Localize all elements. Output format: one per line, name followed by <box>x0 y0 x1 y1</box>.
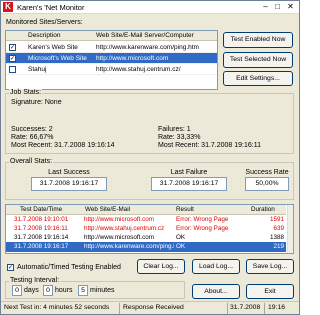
failure-most-recent: Most Recent: 31.7.2008 19:16:11 <box>158 142 261 149</box>
site-target: http://www.stahuj.centrum.cz/ <box>96 65 181 73</box>
interval-hours-input[interactable]: 0 <box>43 285 53 296</box>
auto-testing-label: Automatic/Timed Testing Enabled <box>17 264 121 271</box>
column-header-time[interactable]: Test Date/Time <box>20 206 62 213</box>
app-icon: K <box>3 2 13 12</box>
maximize-icon[interactable]: □ <box>272 2 283 12</box>
log-site: http://www.microsoft.com <box>84 234 154 241</box>
success-rate-label: Success Rate <box>245 169 289 176</box>
results-log-list[interactable]: Test Date/Time Web Site/E-Mail Result Du… <box>5 204 294 254</box>
log-time: 31.7.2008 19:10:01 <box>14 216 69 223</box>
auto-testing-checkbox[interactable]: ✓ <box>7 264 14 271</box>
site-description: Stahuj <box>28 65 47 73</box>
last-success-label: Last Success <box>48 169 90 176</box>
next-test-status: Next Test in: 4 minutes 52 seconds <box>4 304 110 311</box>
success-rate-field: 50,00% <box>245 177 289 191</box>
overall-stats-label: Overall Stats: <box>9 158 54 165</box>
column-header-target[interactable]: Web Site/E-Mail Server/Computer <box>96 32 194 39</box>
interval-hours-label: hours <box>55 287 73 294</box>
testing-interval-label: Testing Interval: <box>9 277 61 284</box>
about-button[interactable]: About... <box>192 284 240 299</box>
site-enabled-checkbox[interactable]: ✓ <box>9 44 16 51</box>
site-enabled-checkbox[interactable]: ✓ <box>9 55 16 62</box>
test-selected-button[interactable]: Test Selected Now <box>223 52 293 68</box>
status-time: 19:16 <box>268 304 286 311</box>
exit-button[interactable]: Exit <box>246 284 294 299</box>
monitored-sites-label: Monitored Sites/Servers: <box>6 19 83 26</box>
app-window: K Karen's 'Net Monitor – □ ✕ Monitored S… <box>0 0 300 315</box>
log-site: http://www.karenware.com/ping.htm <box>84 243 174 250</box>
site-description: Karen's Web Site <box>28 43 78 51</box>
last-failure-label: Last Failure <box>170 169 208 176</box>
success-most-recent: Most Recent: 31.7.2008 19:16:14 <box>11 142 115 149</box>
window-title: Karen's 'Net Monitor <box>17 3 85 12</box>
status-date: 31.7.2008 <box>230 304 261 311</box>
site-enabled-checkbox[interactable] <box>9 66 16 73</box>
log-site: http://www.stahuj.centrum.cz <box>84 225 165 232</box>
site-row[interactable]: Stahuj http://www.stahuj.centrum.cz/ <box>6 64 217 75</box>
log-result: OK <box>176 243 186 250</box>
job-stats-label: Job Stats: <box>9 89 43 96</box>
site-target: http://www.microsoft.com <box>96 54 169 62</box>
log-row-selected[interactable]: 31.7.2008 19:16:17 http://www.karenware.… <box>6 242 286 252</box>
failure-rate: Rate: 33,33% <box>158 134 201 141</box>
column-header-site[interactable]: Web Site/E-Mail <box>85 206 130 213</box>
log-header: Test Date/Time Web Site/E-Mail Result Du… <box>6 205 286 215</box>
status-separator <box>264 303 265 314</box>
minimize-icon[interactable]: – <box>260 2 271 12</box>
close-icon[interactable]: ✕ <box>285 2 296 12</box>
save-log-button[interactable]: Save Log... <box>246 259 294 274</box>
signature-text: Signature: None <box>11 99 62 106</box>
log-time: 31.7.2008 19:16:14 <box>14 234 69 241</box>
title-bar[interactable]: K Karen's 'Net Monitor – □ ✕ <box>1 1 299 14</box>
success-rate: Rate: 66,67% <box>11 134 54 141</box>
log-duration: 1591 <box>269 216 284 223</box>
status-separator <box>227 303 228 314</box>
response-status: Response Received <box>123 304 184 311</box>
interval-minutes-label: minutes <box>90 287 115 294</box>
log-duration: 639 <box>273 225 284 232</box>
log-result: Error: Wrong Page <box>176 216 229 223</box>
clear-log-button[interactable]: Clear Log... <box>137 259 185 274</box>
last-failure-field: 31.7.2008 19:16:17 <box>151 177 227 191</box>
interval-days-input[interactable]: 0 <box>12 285 22 296</box>
log-time: 31.7.2008 19:16:17 <box>14 243 69 250</box>
last-success-field: 31.7.2008 19:16:17 <box>31 177 107 191</box>
failures-count: Failures: 1 <box>158 126 191 133</box>
edit-settings-button[interactable]: Edit Settings... <box>223 71 293 86</box>
log-site: http://www.microsoft.com <box>84 216 154 223</box>
column-header-duration[interactable]: Duration <box>251 206 275 213</box>
column-header-result[interactable]: Result <box>176 206 194 213</box>
interval-days-label: days <box>24 287 39 294</box>
site-description: Microsoft's Web Site <box>28 54 87 62</box>
successes-count: Successes: 2 <box>11 126 53 133</box>
log-result: Error: Wrong Page <box>176 225 229 232</box>
sites-list-header: Description Web Site/E-Mail Server/Compu… <box>6 31 217 41</box>
load-log-button[interactable]: Load Log... <box>192 259 240 274</box>
interval-minutes-input[interactable]: 5 <box>78 285 88 296</box>
log-time: 31.7.2008 19:16:11 <box>14 225 68 232</box>
site-target: http://www.karenware.com/ping.htm <box>96 43 199 51</box>
log-scrollbar[interactable] <box>287 205 293 253</box>
log-duration: 219 <box>273 243 284 250</box>
site-row-selected[interactable]: ✓ Microsoft's Web Site http://www.micros… <box>6 53 217 64</box>
status-bar: Next Test in: 4 minutes 52 seconds Respo… <box>1 301 299 314</box>
monitored-sites-list[interactable]: Description Web Site/E-Mail Server/Compu… <box>5 30 218 90</box>
log-duration: 1388 <box>269 234 284 241</box>
test-enabled-button[interactable]: Test Enabled Now <box>223 32 293 48</box>
column-header-description[interactable]: Description <box>28 32 61 39</box>
site-row[interactable]: ✓ Karen's Web Site http://www.karenware.… <box>6 42 217 53</box>
log-result: OK <box>176 234 186 241</box>
status-separator <box>119 303 120 314</box>
